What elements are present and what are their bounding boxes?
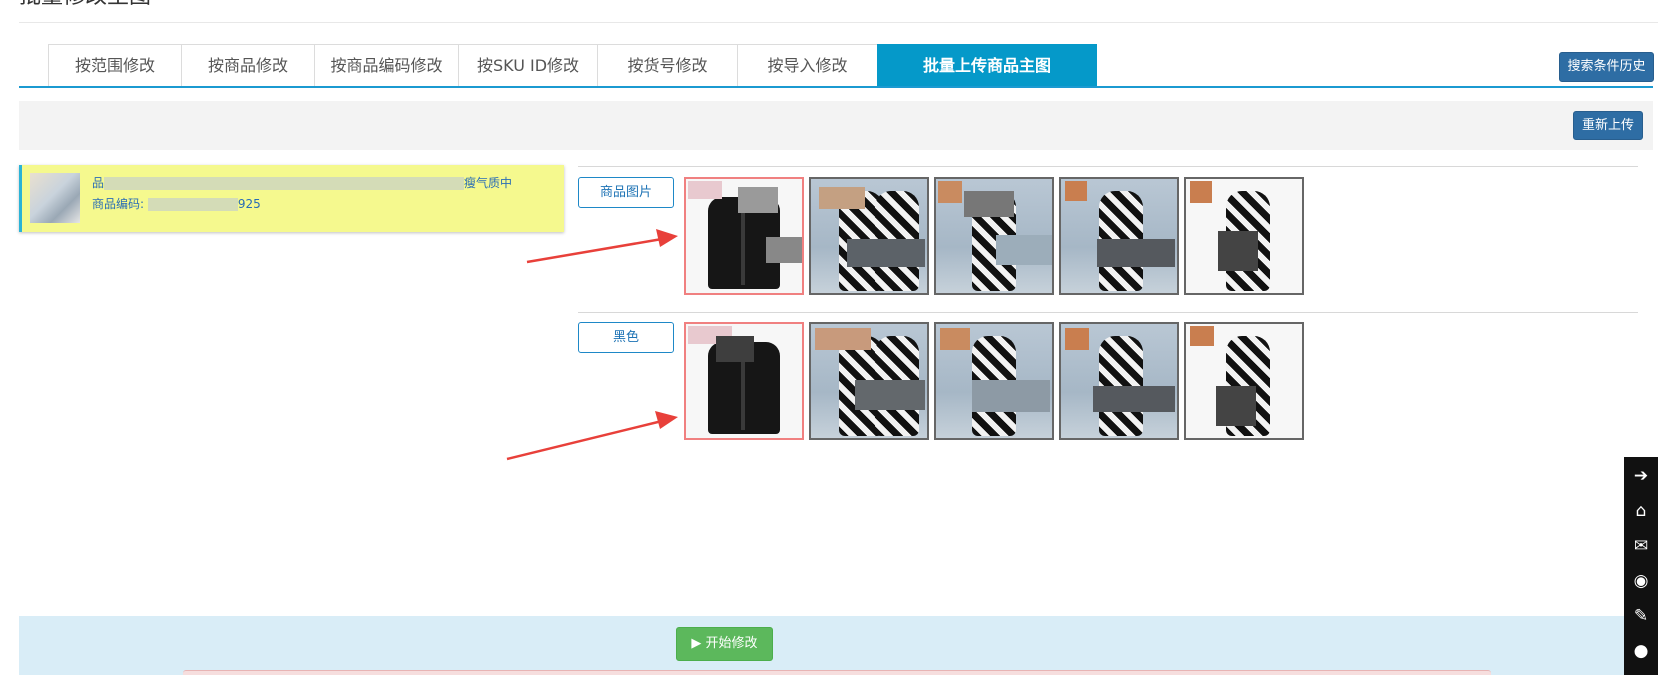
edit-icon[interactable]: ✎ <box>1624 599 1658 633</box>
alert-panel-edge <box>183 670 1491 675</box>
action-bar <box>19 616 1653 675</box>
chat-icon[interactable]: ◉ <box>1624 564 1658 598</box>
floating-sidebar: ➔ ⌂ ✉ ◉ ✎ ● <box>1624 457 1658 675</box>
annotation-arrow <box>506 411 678 461</box>
wechat-icon[interactable]: ● <box>1624 634 1658 668</box>
page-root: 批量修改主图 按范围修改 按商品修改 按商品编码修改 按SKU ID修改 按货号… <box>0 0 1658 675</box>
home-icon[interactable]: ⌂ <box>1624 494 1658 528</box>
arrow-right-icon[interactable]: ➔ <box>1624 459 1658 493</box>
mail-icon[interactable]: ✉ <box>1624 529 1658 563</box>
annotation-arrow <box>526 229 678 264</box>
start-modify-button[interactable]: ▶ 开始修改 <box>676 627 773 661</box>
annotation-arrows <box>506 229 678 461</box>
